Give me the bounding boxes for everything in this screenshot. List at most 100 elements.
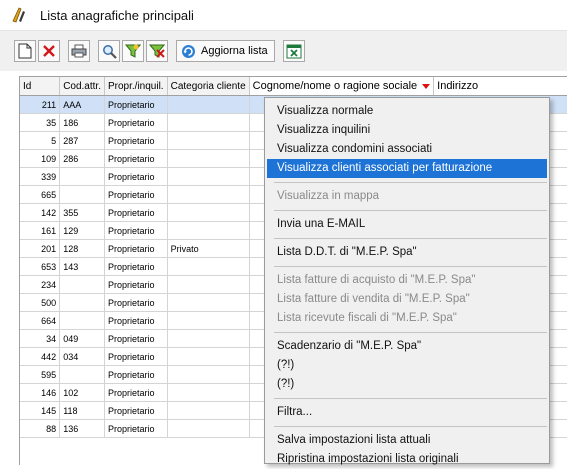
delete-button[interactable] <box>38 40 60 62</box>
table-cell <box>167 401 250 420</box>
menu-item: Lista ricevute fiscali di "M.E.P. Spa" <box>277 312 457 324</box>
table-cell <box>167 275 250 294</box>
menu-item[interactable]: (?!) <box>267 356 547 375</box>
table-cell: Proprietario <box>104 149 168 168</box>
table-cell: 35 <box>20 113 61 132</box>
sort-descending-icon[interactable] <box>422 83 431 89</box>
column-header-id[interactable]: Id <box>20 77 61 96</box>
menu-separator <box>274 238 547 239</box>
header-row: Id Cod.attr. Propr./inquil. Categoria cl… <box>20 77 567 96</box>
table-cell <box>167 347 250 366</box>
window-title: Lista anagrafiche principali <box>40 7 194 23</box>
menu-separator <box>274 398 547 399</box>
table-cell <box>167 113 250 132</box>
table-cell: Proprietario <box>104 383 168 402</box>
menu-separator <box>274 210 547 211</box>
table-cell: Proprietario <box>104 311 168 330</box>
table-cell: Proprietario <box>104 401 168 420</box>
title-bar: Lista anagrafiche principali <box>0 0 567 31</box>
table-cell: Proprietario <box>104 131 168 150</box>
print-button[interactable] <box>68 40 90 62</box>
table-cell <box>167 185 250 204</box>
table-cell: 88 <box>20 419 61 438</box>
menu-item[interactable]: Visualizza clienti associati per fattura… <box>267 159 547 178</box>
table-cell <box>167 383 250 402</box>
table-cell: 145 <box>20 401 61 420</box>
table-cell <box>167 257 250 276</box>
table-cell: 049 <box>59 329 105 348</box>
table-cell: 129 <box>59 221 105 240</box>
table-cell <box>167 95 250 114</box>
table-cell: 234 <box>20 275 61 294</box>
menu-item[interactable]: Ripristina impostazioni lista originali <box>267 450 547 469</box>
table-cell <box>167 329 250 348</box>
table-cell: Proprietario <box>104 113 168 132</box>
table-cell <box>59 311 105 330</box>
table-cell <box>59 185 105 204</box>
menu-item[interactable]: Lista D.D.T. di "M.E.P. Spa" <box>267 243 547 262</box>
table-cell: Proprietario <box>104 257 168 276</box>
table-cell: 109 <box>20 149 61 168</box>
filter-icon <box>125 44 141 58</box>
table-cell: Proprietario <box>104 275 168 294</box>
table-cell: 161 <box>20 221 61 240</box>
menu-item[interactable]: Invia una E-MAIL <box>267 215 547 234</box>
table-cell: Proprietario <box>104 293 168 312</box>
app-logo-icon <box>10 6 28 24</box>
column-header-categoria[interactable]: Categoria cliente <box>167 77 250 96</box>
new-record-button[interactable] <box>14 40 36 62</box>
column-header-cognome-nome-label: Cognome/nome o ragione sociale <box>252 80 418 92</box>
column-header-indirizzo[interactable]: Indirizzo <box>433 77 567 96</box>
menu-item[interactable]: Visualizza normale <box>267 102 547 121</box>
excel-icon <box>286 44 302 58</box>
search-button[interactable] <box>98 40 120 62</box>
menu-separator <box>274 332 547 333</box>
table-cell: 442 <box>20 347 61 366</box>
table-cell <box>167 149 250 168</box>
table-cell <box>167 131 250 150</box>
table-cell <box>167 167 250 186</box>
table-cell: 142 <box>20 203 61 222</box>
table-cell: Proprietario <box>104 419 168 438</box>
table-cell <box>167 203 250 222</box>
column-header-cod-attr[interactable]: Cod.attr. <box>59 77 105 96</box>
table-cell: AAA <box>59 95 105 114</box>
table-cell: Proprietario <box>104 167 168 186</box>
new-document-icon <box>18 43 32 59</box>
remove-filter-button[interactable] <box>146 40 168 62</box>
remove-filter-icon <box>149 44 165 58</box>
table-cell: Proprietario <box>104 185 168 204</box>
table-cell: 355 <box>59 203 105 222</box>
menu-item[interactable]: (?!) <box>267 375 547 394</box>
magnifier-icon <box>102 44 117 59</box>
table-cell: Privato <box>167 239 250 258</box>
table-cell: Proprietario <box>104 95 168 114</box>
menu-item[interactable]: Visualizza inquilini <box>267 121 547 140</box>
table-cell: 034 <box>59 347 105 366</box>
table-cell <box>167 293 250 312</box>
menu-separator <box>274 182 547 183</box>
column-header-cognome-nome[interactable]: Cognome/nome o ragione sociale <box>249 77 435 96</box>
filter-button[interactable] <box>122 40 144 62</box>
table-cell: 595 <box>20 365 61 384</box>
menu-item[interactable]: Scadenzario di "M.E.P. Spa" <box>267 337 547 356</box>
table-cell <box>59 275 105 294</box>
table-cell: 287 <box>59 131 105 150</box>
column-header-propr-inquil[interactable]: Propr./inquil. <box>104 77 168 96</box>
menu-item[interactable]: Salva impostazioni lista attuali <box>267 431 547 450</box>
printer-icon <box>71 44 87 58</box>
menu-item[interactable]: Visualizza condomini associati <box>267 140 547 159</box>
context-menu: Visualizza normale Visualizza inquilini Vi… <box>264 97 550 465</box>
menu-separator <box>274 266 547 267</box>
table-cell: 146 <box>20 383 61 402</box>
export-excel-button[interactable] <box>282 40 305 62</box>
refresh-list-button[interactable]: Aggiorna lista <box>176 40 275 62</box>
table-cell: 102 <box>59 383 105 402</box>
table-cell <box>59 293 105 312</box>
table-cell: 665 <box>20 185 61 204</box>
menu-item: Lista fatture di acquisto di "M.E.P. Spa… <box>277 274 476 286</box>
menu-item: Lista fatture di vendita di "M.E.P. Spa" <box>277 293 470 305</box>
menu-item[interactable]: Filtra... <box>267 403 547 422</box>
table-cell: 653 <box>20 257 61 276</box>
table-cell: 211 <box>20 95 61 114</box>
